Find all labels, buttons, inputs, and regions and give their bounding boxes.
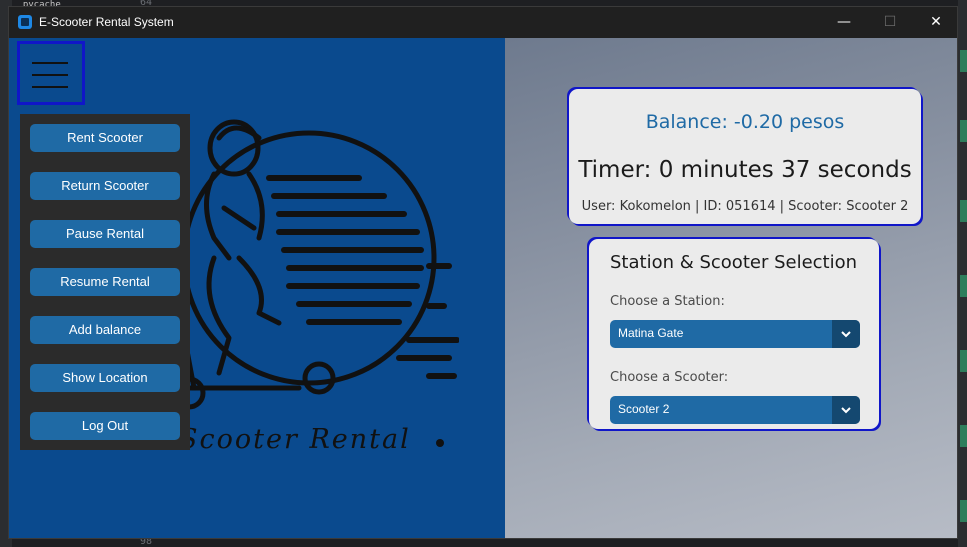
hamburger-bar	[32, 86, 68, 88]
timer-label: Timer: 0 minutes 37 seconds	[578, 157, 912, 183]
ide-badge	[960, 275, 967, 297]
app-window: E-Scooter Rental System — ☐ ✕ Scooter Re…	[8, 6, 958, 539]
logo-panel: Scooter Rental Rent Scooter Return Scoot…	[9, 38, 505, 538]
status-panel: Balance: -0.20 pesos Timer: 0 minutes 37…	[505, 38, 957, 538]
station-label: Choose a Station:	[610, 294, 725, 309]
chevron-down-icon[interactable]	[832, 396, 860, 424]
hamburger-menu-button[interactable]	[17, 41, 85, 105]
minimize-button[interactable]: —	[821, 7, 867, 38]
ide-badge	[960, 50, 967, 72]
app-content: Scooter Rental Rent Scooter Return Scoot…	[9, 38, 957, 538]
station-dropdown[interactable]: Matina Gate	[610, 320, 860, 348]
ide-badge	[960, 425, 967, 447]
rent-scooter-button[interactable]: Rent Scooter	[30, 124, 180, 152]
scooter-dropdown[interactable]: Scooter 2	[610, 396, 860, 424]
ide-right-panel	[958, 0, 967, 547]
hamburger-bar	[32, 62, 68, 64]
pause-rental-button[interactable]: Pause Rental	[30, 220, 180, 248]
hamburger-bar	[32, 74, 68, 76]
add-balance-button[interactable]: Add balance	[30, 316, 180, 344]
side-menu: Rent Scooter Return Scooter Pause Rental…	[20, 114, 190, 450]
scooter-logo-icon	[172, 119, 459, 410]
log-out-button[interactable]: Log Out	[30, 412, 180, 440]
chevron-down-icon[interactable]	[832, 320, 860, 348]
close-button[interactable]: ✕	[913, 7, 957, 38]
ide-badge	[960, 350, 967, 372]
user-info-label: User: Kokomelon | ID: 051614 | Scooter: …	[581, 199, 909, 214]
window-title: E-Scooter Rental System	[39, 15, 174, 29]
rental-info-card: Balance: -0.20 pesos Timer: 0 minutes 37…	[569, 89, 921, 224]
ide-badge	[960, 200, 967, 222]
show-location-button[interactable]: Show Location	[30, 364, 180, 392]
maximize-button[interactable]: ☐	[867, 7, 913, 38]
scooter-label: Choose a Scooter:	[610, 370, 729, 385]
title-bar[interactable]: E-Scooter Rental System — ☐ ✕	[9, 7, 957, 38]
ide-badge	[960, 120, 967, 142]
resume-rental-button[interactable]: Resume Rental	[30, 268, 180, 296]
logo-text: Scooter Rental	[179, 424, 411, 455]
scooter-value: Scooter 2	[618, 402, 670, 416]
return-scooter-button[interactable]: Return Scooter	[30, 172, 180, 200]
balance-label: Balance: -0.20 pesos	[645, 111, 845, 133]
app-icon	[18, 15, 32, 29]
selection-title: Station & Scooter Selection	[610, 252, 858, 273]
logo-dot	[436, 439, 444, 447]
selection-card: Station & Scooter Selection Choose a Sta…	[589, 239, 879, 429]
ide-badge	[960, 500, 967, 522]
station-value: Matina Gate	[618, 326, 684, 340]
